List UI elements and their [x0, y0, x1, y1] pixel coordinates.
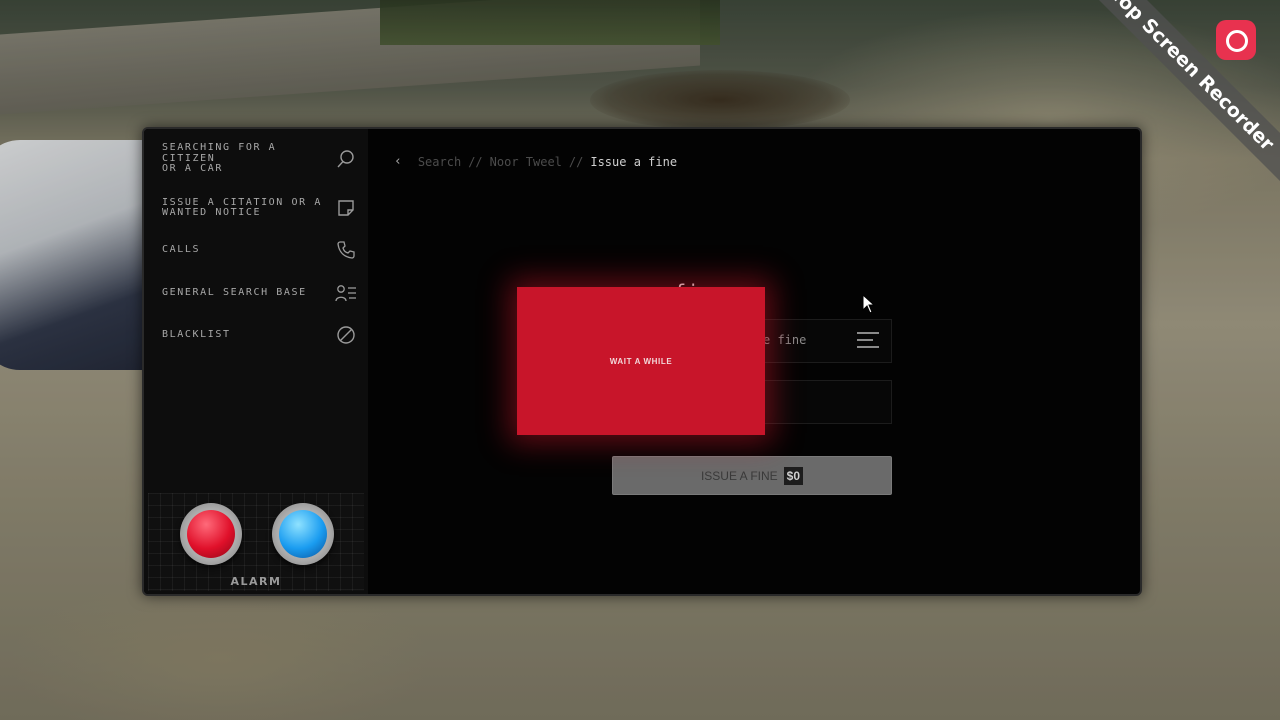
sidebar-item-label: ISSUE A CITATION OR A WANTED NOTICE: [162, 196, 323, 218]
sidebar-item-label: SEARCHING FOR A CITIZEN OR A CAR: [162, 142, 277, 174]
recorder-logo-icon: [1216, 20, 1256, 60]
sidebar-item-citation[interactable]: ISSUE A CITATION OR A WANTED NOTICE: [162, 197, 357, 219]
breadcrumb-separator: //: [568, 154, 584, 169]
loading-overlay: WAIT A WHILE: [517, 287, 765, 435]
fine-reason-text: e fine: [763, 333, 807, 347]
alarm-blue-button[interactable]: [272, 503, 334, 565]
back-chevron-icon[interactable]: ‹: [394, 154, 402, 169]
breadcrumb-item-person[interactable]: Noor Tweel: [490, 155, 562, 169]
issue-fine-price: $0: [783, 466, 804, 485]
sidebar-item-label: BLACKLIST: [162, 328, 231, 340]
breadcrumb-current: Issue a fine: [590, 154, 678, 169]
alarm-red-button[interactable]: [180, 503, 242, 565]
sidebar-item-blacklist[interactable]: BLACKLIST: [162, 324, 357, 346]
sidebar-item-calls[interactable]: CALLS: [162, 239, 357, 261]
person-list-icon: [335, 282, 357, 304]
sidebar-item-label: GENERAL SEARCH BASE: [162, 286, 307, 298]
phone-icon: [335, 239, 357, 261]
breadcrumb-item-search[interactable]: Search: [418, 155, 461, 169]
sidebar: SEARCHING FOR A CITIZEN OR A CAR ISSUE A…: [144, 129, 368, 594]
issue-fine-button[interactable]: ISSUE A FINE $0: [612, 456, 892, 495]
sidebar-item-search[interactable]: SEARCHING FOR A CITIZEN OR A CAR: [162, 142, 357, 175]
police-tablet: SEARCHING FOR A CITIZEN OR A CAR ISSUE A…: [142, 127, 1142, 596]
breadcrumb: ‹ Search // Noor Tweel // Issue a fine: [394, 154, 677, 169]
sidebar-item-label: CALLS: [162, 243, 201, 255]
issue-fine-label: ISSUE A FINE: [700, 468, 778, 483]
alarm-panel: ALARM: [148, 493, 364, 591]
menu-icon: [857, 332, 879, 353]
ban-icon: [335, 324, 357, 346]
alarm-label: ALARM: [230, 575, 282, 588]
sidebar-item-search-base[interactable]: GENERAL SEARCH BASE: [162, 282, 357, 304]
breadcrumb-separator: //: [468, 154, 483, 169]
note-icon: [335, 197, 357, 219]
loading-text: WAIT A WHILE: [609, 356, 673, 366]
search-icon: [335, 148, 357, 170]
